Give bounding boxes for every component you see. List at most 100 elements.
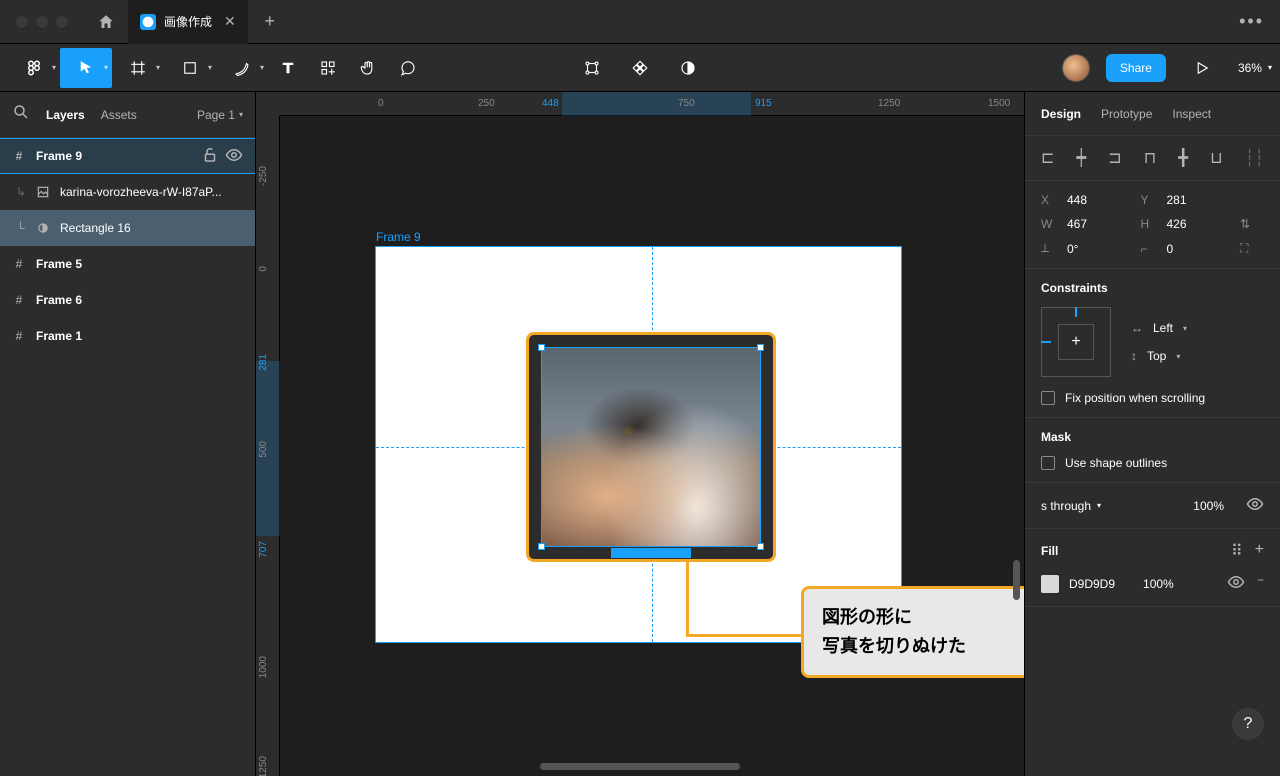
chevron-down-icon: ▾	[156, 63, 160, 72]
layers-tab[interactable]: Layers	[46, 108, 85, 122]
constraints-widget[interactable]: +	[1041, 307, 1111, 377]
mask-outlines-checkbox[interactable]: Use shape outlines	[1041, 456, 1264, 470]
selection-box[interactable]	[541, 347, 761, 547]
page-selector[interactable]: Page 1 ▾	[197, 108, 243, 122]
h-input[interactable]: H426	[1141, 217, 1233, 231]
annotation-connector	[686, 562, 689, 637]
pen-tool[interactable]: ▾	[216, 48, 268, 88]
fill-opacity-input[interactable]: 100%	[1143, 577, 1174, 591]
align-vcenter-icon[interactable]: ╋	[1178, 148, 1188, 168]
resources-tool[interactable]	[308, 48, 348, 88]
link-dimensions-icon[interactable]: ⇅	[1240, 217, 1264, 231]
radius-icon: ⌐	[1141, 242, 1157, 256]
mask-tool[interactable]	[668, 48, 708, 88]
blend-mode-select[interactable]: s through▾	[1041, 499, 1101, 513]
assets-tab[interactable]: Assets	[101, 108, 137, 122]
radius-input[interactable]: ⌐0	[1141, 241, 1233, 256]
resize-handle-bl[interactable]	[538, 543, 545, 550]
shape-tool[interactable]: ▾	[164, 48, 216, 88]
resources-icon	[319, 59, 337, 77]
file-tab[interactable]: 画像作成 ✕	[128, 0, 248, 44]
right-panel: Design Prototype Inspect ⊏ ┿ ⊐ ⊓ ╋ ⊔ ┆┆ …	[1024, 92, 1280, 776]
canvas[interactable]: 0 250 448 750 915 1250 1500 -250 0 281 5…	[256, 92, 1024, 776]
align-bottom-icon[interactable]: ⊔	[1210, 148, 1222, 168]
layer-frame-9[interactable]: # Frame 9	[0, 138, 255, 174]
align-top-icon[interactable]: ⊓	[1144, 148, 1156, 168]
scrollbar-vertical[interactable]	[1013, 560, 1020, 600]
chevron-down-icon: ▾	[104, 63, 108, 72]
frame-tool[interactable]: ▾	[112, 48, 164, 88]
opacity-input[interactable]: 100%	[1193, 499, 1224, 513]
align-right-icon[interactable]: ⊐	[1108, 148, 1121, 168]
rectangle-icon	[181, 59, 199, 77]
close-icon[interactable]: ✕	[224, 13, 236, 30]
remove-fill-icon[interactable]: −	[1257, 573, 1264, 594]
frame-label[interactable]: Frame 9	[376, 230, 421, 244]
edit-object-tool[interactable]	[572, 48, 612, 88]
unlock-icon[interactable]	[201, 146, 219, 167]
resize-handle-tl[interactable]	[538, 344, 545, 351]
home-button[interactable]	[84, 0, 128, 44]
comment-tool[interactable]	[388, 48, 428, 88]
x-input[interactable]: X448	[1041, 193, 1133, 207]
search-icon[interactable]	[12, 103, 30, 126]
layer-frame-5[interactable]: # Frame 5	[0, 246, 255, 282]
tab-inspect[interactable]: Inspect	[1172, 107, 1211, 121]
window-controls[interactable]	[0, 16, 84, 28]
ruler-horizontal: 0 250 448 750 915 1250 1500	[280, 92, 1024, 116]
layer-frame-6[interactable]: # Frame 6	[0, 282, 255, 318]
fill-hex-input[interactable]: D9D9D9	[1069, 577, 1115, 591]
layer-image[interactable]: ↳ karina-vorozheeva-rW-I87aP...	[0, 174, 255, 210]
eye-icon[interactable]	[1246, 495, 1264, 516]
chevron-down-icon: ▾	[1268, 63, 1272, 72]
zoom-control[interactable]: 36% ▾	[1238, 61, 1272, 75]
frame-icon: #	[12, 149, 26, 163]
tab-prototype[interactable]: Prototype	[1101, 107, 1152, 121]
fill-title: Fill	[1041, 544, 1058, 558]
scrollbar-horizontal[interactable]	[540, 763, 740, 770]
move-tool[interactable]: ▾	[60, 48, 112, 88]
chevron-down-icon: ▾	[208, 63, 212, 72]
hand-tool[interactable]	[348, 48, 388, 88]
layer-frame-1[interactable]: # Frame 1	[0, 318, 255, 354]
independent-corners-icon[interactable]: ⛶	[1240, 241, 1264, 256]
align-left-icon[interactable]: ⊏	[1041, 148, 1054, 168]
resize-handle-br[interactable]	[757, 543, 764, 550]
help-button[interactable]: ?	[1232, 708, 1264, 740]
component-tool[interactable]	[620, 48, 660, 88]
toolbar: ▾ ▾ ▾ ▾ ▾ Share	[0, 44, 1280, 92]
eye-icon[interactable]	[1227, 573, 1245, 594]
text-icon	[279, 59, 297, 77]
w-input[interactable]: W467	[1041, 217, 1133, 231]
style-icon[interactable]: ⠿	[1231, 541, 1243, 561]
frame-icon	[129, 59, 147, 77]
share-button[interactable]: Share	[1106, 54, 1166, 82]
y-input[interactable]: Y281	[1141, 193, 1233, 207]
frame-icon: #	[12, 293, 26, 307]
mask-icon	[36, 219, 50, 237]
resize-handle-tr[interactable]	[757, 344, 764, 351]
v-constraint-select[interactable]: ↕Top▾	[1131, 349, 1187, 363]
tab-design[interactable]: Design	[1041, 107, 1081, 121]
fix-scroll-checkbox[interactable]: Fix position when scrolling	[1041, 391, 1264, 405]
comment-icon	[399, 59, 417, 77]
new-tab-button[interactable]: +	[248, 11, 292, 32]
overflow-menu[interactable]: •••	[1239, 11, 1280, 32]
annotation-callout: 図形の形に 写真を切りぬけた	[801, 586, 1024, 678]
h-constraint-select[interactable]: ↔Left▾	[1131, 321, 1187, 335]
fill-swatch[interactable]	[1041, 575, 1059, 593]
eye-icon[interactable]	[225, 146, 243, 167]
distribute-icon[interactable]: ┆┆	[1245, 148, 1264, 168]
component-icon	[631, 59, 649, 77]
main-menu[interactable]: ▾	[8, 48, 60, 88]
layer-rectangle-16[interactable]: └ Rectangle 16	[0, 210, 255, 246]
chevron-down-icon: ▾	[239, 110, 243, 119]
user-avatar[interactable]	[1062, 54, 1090, 82]
present-button[interactable]	[1182, 48, 1222, 88]
align-hcenter-icon[interactable]: ┿	[1077, 148, 1087, 168]
add-fill-icon[interactable]: +	[1255, 541, 1264, 561]
figma-logo-icon	[25, 59, 43, 77]
text-tool[interactable]	[268, 48, 308, 88]
rotation-input[interactable]: ⟂0°	[1041, 241, 1133, 256]
annotation-connector	[686, 634, 801, 637]
